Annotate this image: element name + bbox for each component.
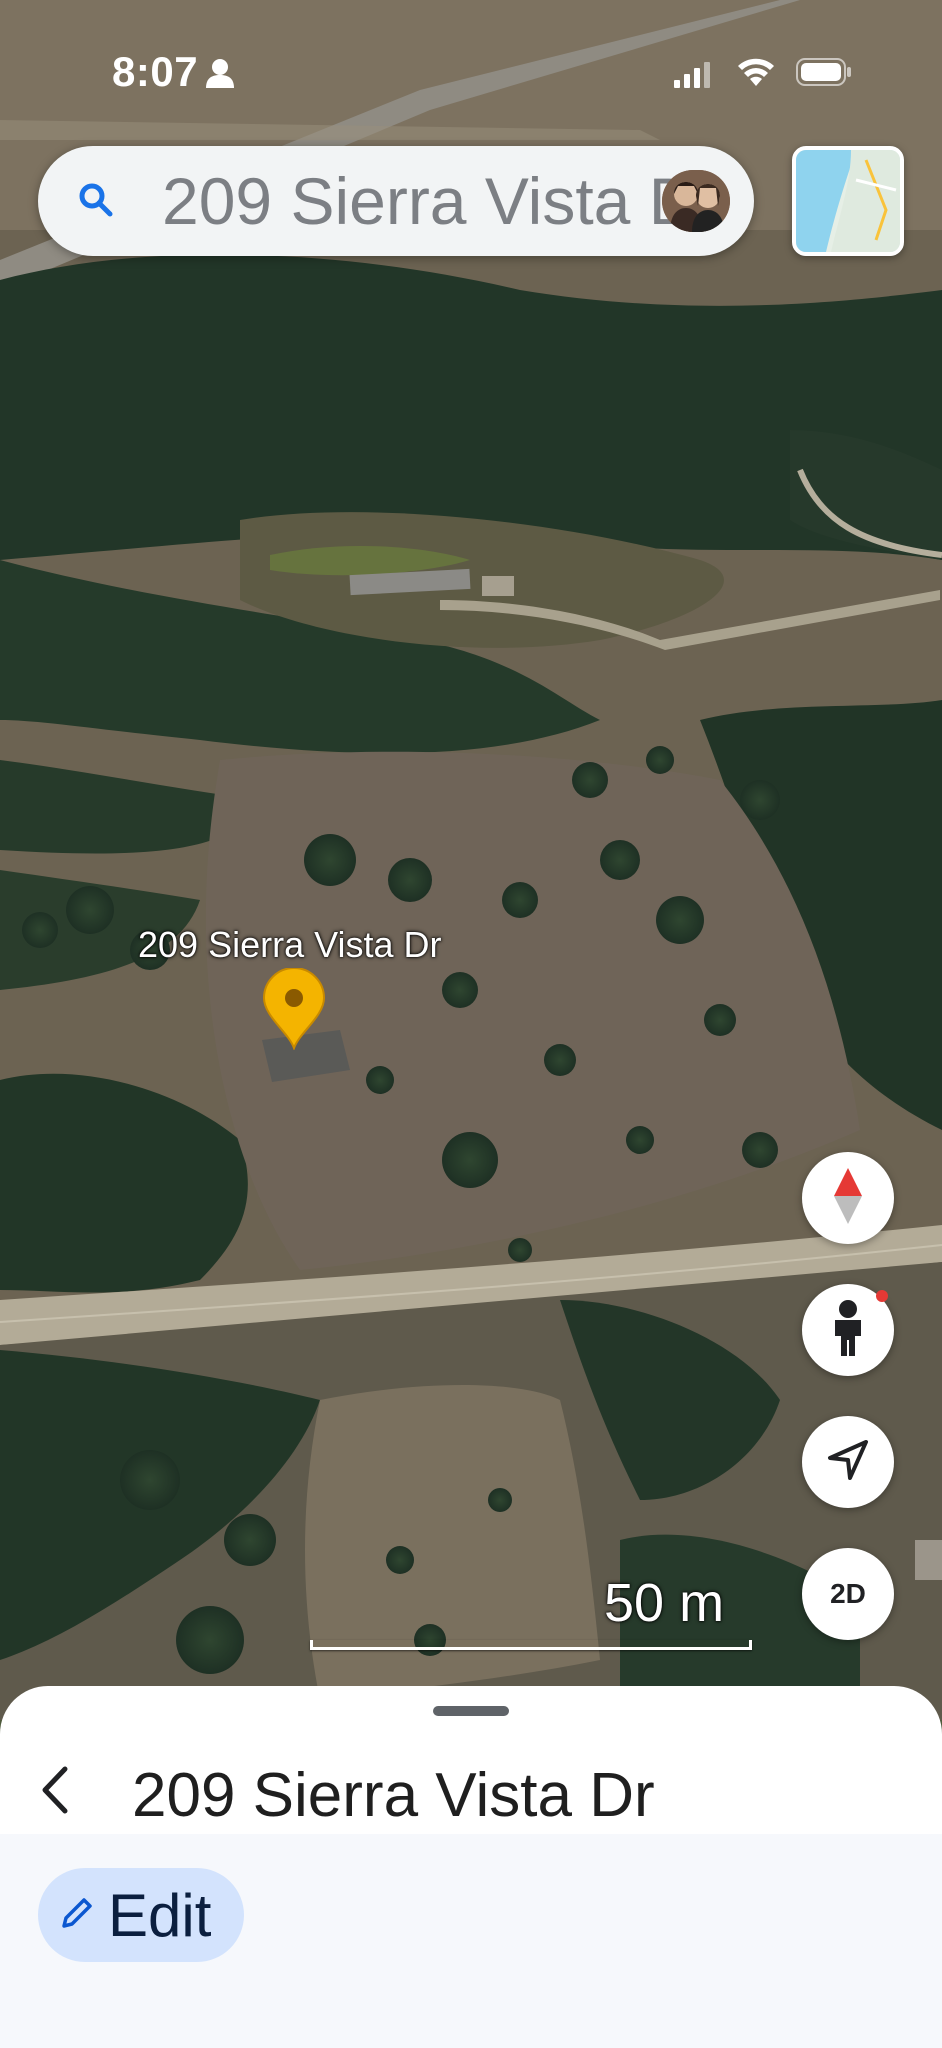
navigation-arrow-icon (826, 1438, 870, 1487)
place-bottom-sheet[interactable]: 209 Sierra Vista Dr Edit (0, 1686, 942, 2048)
scale-label: 50 m (604, 1573, 725, 1633)
battery-icon (796, 58, 852, 91)
search-input[interactable]: 209 Sierra Vista Dr (162, 166, 672, 236)
search-icon (78, 182, 114, 223)
chevron-left-icon (39, 1765, 69, 1820)
compass-button[interactable] (802, 1152, 894, 1244)
location-pin-icon[interactable] (262, 967, 326, 1055)
profile-avatar[interactable] (662, 170, 730, 232)
place-label[interactable]: 209 Sierra Vista Dr (138, 924, 441, 966)
person-icon (206, 58, 234, 93)
view-2d-toggle[interactable]: 2D (802, 1548, 894, 1640)
edit-label: Edit (108, 1881, 212, 1949)
pencil-icon (60, 1896, 94, 1935)
satellite-map[interactable] (0, 0, 942, 1720)
search-bar[interactable]: 209 Sierra Vista Dr (38, 146, 754, 256)
status-time: 8:07 (112, 48, 199, 95)
street-view-button[interactable] (802, 1284, 894, 1376)
wifi-icon (736, 56, 776, 91)
pegman-icon (831, 1299, 865, 1361)
cellular-signal-icon (674, 62, 714, 93)
my-location-button[interactable] (802, 1416, 894, 1508)
compass-icon (833, 1167, 863, 1229)
place-title: 209 Sierra Vista Dr (132, 1761, 655, 1830)
scale-bar (310, 1640, 752, 1650)
map-layers-button[interactable] (792, 146, 904, 256)
notification-dot (876, 1290, 888, 1302)
drag-handle[interactable] (433, 1706, 509, 1716)
status-bar: 8:07 (0, 0, 942, 140)
edit-button[interactable]: Edit (38, 1868, 244, 1962)
map-thumbnail-icon (796, 150, 900, 252)
satellite-imagery (0, 0, 942, 1720)
back-button[interactable] (32, 1762, 76, 1822)
